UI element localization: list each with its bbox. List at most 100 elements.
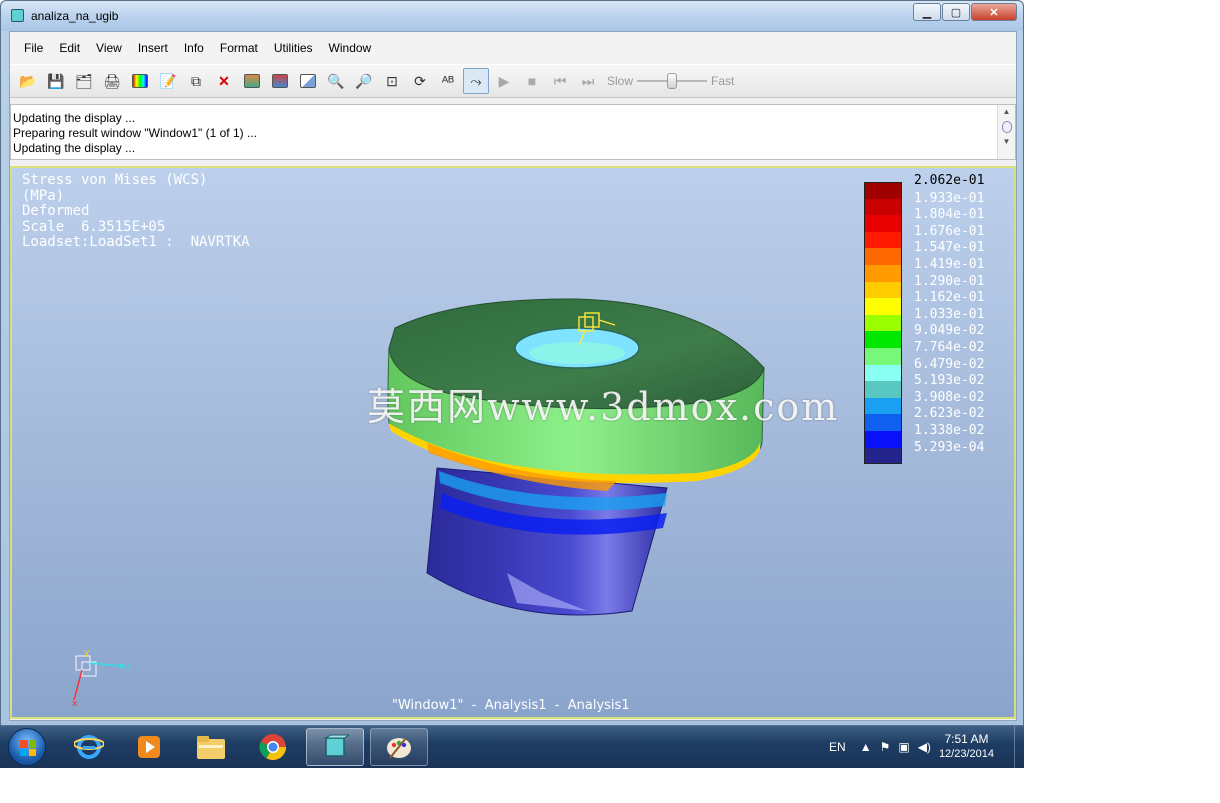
legend-row: 1.290e-01 <box>864 274 984 299</box>
message-line: Updating the display ... <box>13 141 136 155</box>
slow-label: Slow <box>607 74 634 88</box>
show-hidden-icons-icon[interactable]: ▲ <box>860 740 872 754</box>
print-icon[interactable]: 🖨 <box>99 68 125 94</box>
stress-legend: 2.062e-01 1.933e-01 1.804e-01 1.676e-01 1.54… <box>864 173 984 465</box>
minimize-button[interactable]: ▁ <box>913 3 941 21</box>
zoom-in-icon[interactable]: 🔍 <box>323 68 349 94</box>
title-bar[interactable]: analiza_na_ugib ▁ ▢ ✕ <box>1 1 1023 31</box>
graphics-viewport[interactable]: Stress von Mises (WCS) (MPa) Deformed Sc… <box>10 166 1016 719</box>
label-icon[interactable]: ᴬᴮ <box>435 68 461 94</box>
app-window: analiza_na_ugib ▁ ▢ ✕ File Edit View Ins… <box>0 0 1024 726</box>
menu-window[interactable]: Window <box>327 39 374 57</box>
definition-icon[interactable]: 📝 <box>155 68 181 94</box>
action-center-icon[interactable]: ⚑ <box>880 740 891 754</box>
legend-row: 9.049e-02 <box>864 323 984 348</box>
legend-value: 1.162e-01 <box>914 290 985 306</box>
first-frame-icon[interactable]: ⏮ <box>547 68 573 94</box>
delete-icon[interactable]: ✕ <box>211 68 237 94</box>
internet-explorer-icon[interactable] <box>60 728 118 766</box>
play-icon[interactable]: ▶ <box>491 68 517 94</box>
result-info: Stress von Mises (WCS) (MPa) Deformed Sc… <box>22 172 250 251</box>
media-player-icon[interactable] <box>120 728 178 766</box>
legend-swatch <box>864 281 902 299</box>
legend-swatch <box>864 248 902 265</box>
clock[interactable]: 7:51 AM 12/23/2014 <box>939 732 994 762</box>
legend-swatch <box>864 397 902 415</box>
network-icon[interactable]: ▣ <box>898 740 909 754</box>
hide-icon[interactable] <box>267 68 293 94</box>
result-scale: Scale 6.3515E+05 <box>22 218 166 235</box>
zoom-out-icon[interactable]: 🔎 <box>351 68 377 94</box>
legend-value: 5.293e-04 <box>914 439 985 455</box>
edit-view-icon[interactable] <box>295 68 321 94</box>
legend-value: 2.623e-02 <box>914 406 985 422</box>
speed-slider-thumb[interactable] <box>667 73 678 89</box>
spin-icon[interactable]: ⟳ <box>407 68 433 94</box>
save-icon[interactable]: 💾 <box>43 68 69 94</box>
paint-icon[interactable] <box>370 728 428 766</box>
menu-insert[interactable]: Insert <box>136 39 170 57</box>
legend-row: 1.933e-01 <box>864 191 984 216</box>
legend-swatch <box>864 364 902 382</box>
legend-row: 2.623e-02 <box>864 406 984 431</box>
maximize-button[interactable]: ▢ <box>942 3 970 21</box>
menu-utilities[interactable]: Utilities <box>272 39 315 57</box>
language-indicator[interactable]: EN <box>829 740 846 754</box>
taskbar: EN ▲ ⚑ ▣ ◀) 7:51 AM 12/23/2014 <box>0 726 1024 768</box>
result-quantity: Stress von Mises (WCS) <box>22 172 208 188</box>
color-edit-icon[interactable] <box>127 68 153 94</box>
result-units: (MPa) <box>22 187 65 204</box>
menu-edit[interactable]: Edit <box>57 39 82 57</box>
message-line: Preparing result window "Window1" (1 of … <box>13 126 257 140</box>
legend-value: 1.676e-01 <box>914 223 985 239</box>
query-icon[interactable]: ⤳ <box>463 68 489 94</box>
legend-row: 1.033e-01 <box>864 307 984 332</box>
scrollbar-thumb[interactable] <box>1001 121 1012 133</box>
scroll-up-icon[interactable]: ▲ <box>998 105 1015 119</box>
legend-row: 1.676e-01 <box>864 224 984 249</box>
legend-swatch <box>864 198 902 216</box>
menu-bar: File Edit View Insert Info Format Utilit… <box>10 32 1016 64</box>
fem-model[interactable] <box>367 293 787 633</box>
menu-info[interactable]: Info <box>182 39 206 57</box>
chrome-icon[interactable] <box>244 728 302 766</box>
message-area: Updating the display ... Preparing resul… <box>10 104 1016 160</box>
legend-swatch <box>864 331 902 348</box>
coordinate-triad-icon: z x y <box>72 648 131 708</box>
show-desktop-button[interactable] <box>1014 726 1024 768</box>
show-icon[interactable] <box>239 68 265 94</box>
scroll-down-icon[interactable]: ▼ <box>998 135 1015 149</box>
legend-swatch <box>864 381 902 398</box>
menu-file[interactable]: File <box>22 39 45 57</box>
speed-slider[interactable] <box>637 71 708 91</box>
volume-icon[interactable]: ◀) <box>918 740 931 754</box>
legend-value: 1.933e-01 <box>914 190 985 206</box>
file-explorer-icon[interactable] <box>182 728 240 766</box>
legend-value: 2.062e-01 <box>914 173 985 188</box>
legend-value: 1.419e-01 <box>914 256 985 272</box>
clock-date: 12/23/2014 <box>938 748 994 760</box>
legend-value: 1.290e-01 <box>914 273 985 289</box>
close-button[interactable]: ✕ <box>971 3 1017 21</box>
menu-view[interactable]: View <box>94 39 124 57</box>
open-icon[interactable]: 📂 <box>15 68 41 94</box>
copy-icon[interactable]: ⧉ <box>183 68 209 94</box>
creo-simulate-icon[interactable] <box>306 728 364 766</box>
stop-icon[interactable]: ■ <box>519 68 545 94</box>
legend-value: 9.049e-02 <box>914 323 985 339</box>
legend-row: 6.479e-02 <box>864 357 984 382</box>
app-icon <box>11 9 24 22</box>
save-as-icon[interactable]: 🗂 <box>71 68 97 94</box>
start-button[interactable] <box>8 728 46 766</box>
last-frame-icon[interactable]: ⏭ <box>575 68 601 94</box>
legend-value: 6.479e-02 <box>914 356 985 372</box>
legend-swatch <box>864 447 902 465</box>
refit-icon[interactable]: ⊡ <box>379 68 405 94</box>
message-scrollbar[interactable]: ▲ ▼ <box>997 105 1015 159</box>
legend-swatch <box>864 182 902 199</box>
legend-row: 1.547e-01 <box>864 240 984 265</box>
triad-x-label: x <box>72 699 78 708</box>
legend-value: 1.547e-01 <box>914 240 985 256</box>
menu-format[interactable]: Format <box>218 39 260 57</box>
legend-row: 7.764e-02 <box>864 340 984 365</box>
